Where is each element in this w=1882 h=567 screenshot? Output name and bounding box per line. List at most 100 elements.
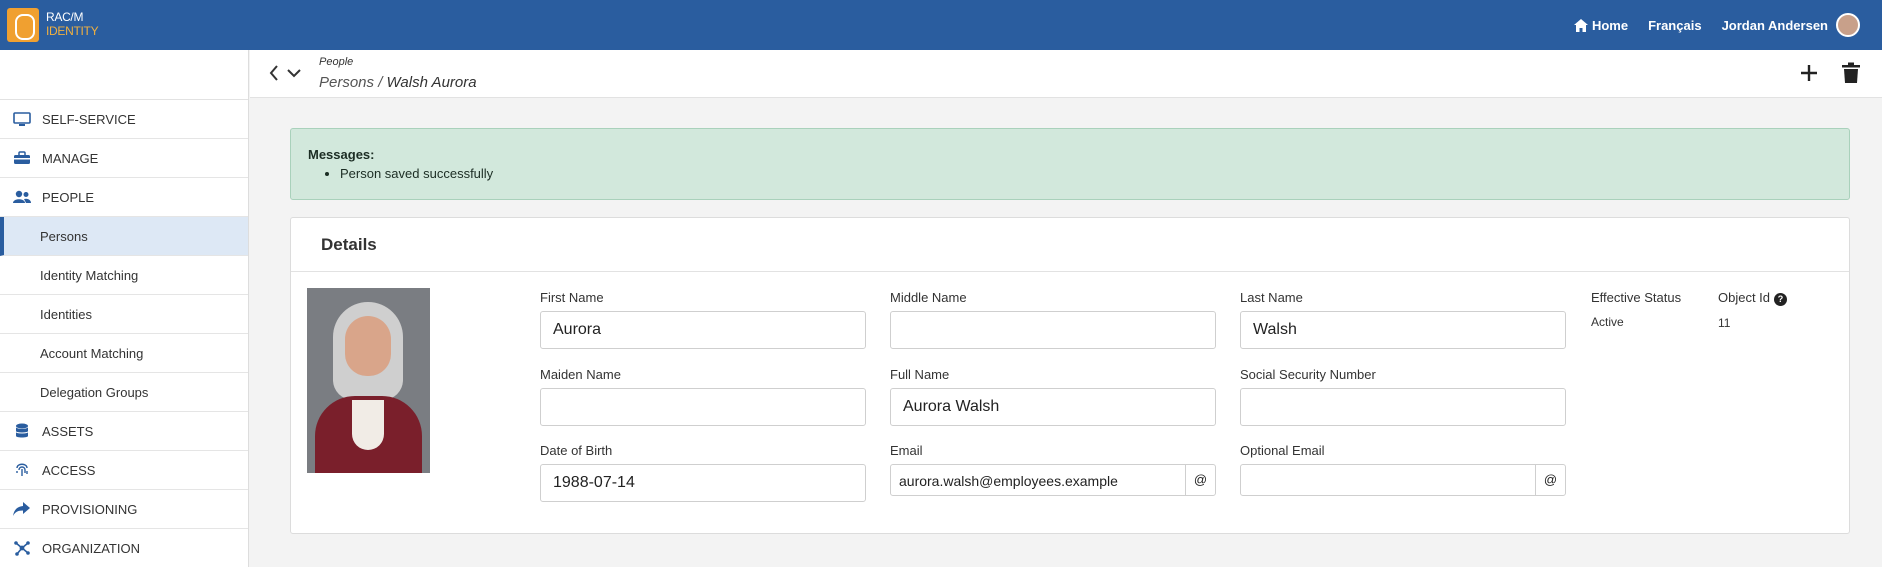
- middle-name-label: Middle Name: [890, 290, 967, 305]
- brand-line-1: RAC/M: [46, 10, 84, 24]
- full-name-input[interactable]: Aurora Walsh: [890, 388, 1216, 426]
- sidebar-item-label: SELF-SERVICE: [42, 111, 136, 127]
- sidebar-item-label: MANAGE: [42, 150, 99, 166]
- monitor-icon: [12, 111, 32, 127]
- breadcrumb-parent[interactable]: Persons: [319, 74, 374, 91]
- top-bar: RAC/M IDENTITY Home Français Jordan Ande…: [0, 0, 1882, 50]
- sidebar-item-label: Identities: [40, 306, 93, 322]
- effective-status-label: Effective Status: [1591, 290, 1682, 305]
- users-icon: [12, 189, 32, 205]
- ssn-input[interactable]: [1240, 388, 1566, 426]
- sidebar: SELF-SERVICE MANAGE PEOPLE Persons Ident…: [0, 50, 249, 567]
- breadcrumb-controls: [268, 64, 302, 87]
- first-name-label: First Name: [540, 290, 604, 305]
- sidebar-item-people[interactable]: PEOPLE: [0, 178, 248, 217]
- sidebar-item-delegation-groups[interactable]: Delegation Groups: [0, 373, 248, 412]
- sidebar-item-label: ASSETS: [42, 423, 94, 439]
- top-nav: Home Français Jordan Andersen: [1573, 0, 1860, 50]
- help-icon[interactable]: ?: [1774, 293, 1788, 306]
- user-avatar[interactable]: [1836, 13, 1860, 37]
- messages-list: Person saved successfully: [340, 166, 1832, 181]
- middle-name-field: Middle Name: [890, 290, 1216, 349]
- sidebar-item-assets[interactable]: ASSETS: [0, 412, 248, 451]
- share-icon: [12, 501, 32, 517]
- middle-name-input[interactable]: [890, 311, 1216, 349]
- sidebar-item-label: Delegation Groups: [40, 384, 149, 400]
- message-item: Person saved successfully: [340, 166, 1832, 181]
- at-icon: @: [1535, 465, 1565, 495]
- optional-email-input[interactable]: [1241, 465, 1535, 495]
- maiden-name-input[interactable]: [540, 388, 866, 426]
- first-name-input[interactable]: Aurora: [540, 311, 866, 349]
- user-menu[interactable]: Jordan Andersen: [1722, 18, 1828, 33]
- sidebar-item-label: Account Matching: [40, 345, 144, 361]
- breadcrumb: Persons / Walsh Aurora: [319, 74, 477, 91]
- breadcrumb-section: People: [319, 56, 354, 68]
- home-label: Home: [1591, 17, 1629, 33]
- plus-icon: [1801, 65, 1817, 81]
- sidebar-item-label: Identity Matching: [40, 267, 139, 283]
- sidebar-item-label: ACCESS: [42, 462, 96, 478]
- sidebar-item-label: Persons: [40, 228, 88, 244]
- sidebar-item-self-service[interactable]: SELF-SERVICE: [0, 100, 248, 139]
- effective-status-value: Active: [1591, 315, 1624, 329]
- messages-title: Messages:: [308, 147, 375, 162]
- maiden-name-field: Maiden Name: [540, 367, 866, 426]
- last-name-input[interactable]: Walsh: [1240, 311, 1566, 349]
- optional-email-input-group: @: [1240, 464, 1566, 496]
- logo-icon[interactable]: [7, 8, 39, 42]
- sidebar-item-identities[interactable]: Identities: [0, 295, 248, 334]
- last-name-label: Last Name: [1240, 290, 1303, 305]
- messages-box: Messages: Person saved successfully: [290, 128, 1850, 200]
- dob-field: Date of Birth 1988-07-14: [540, 443, 866, 502]
- full-name-field: Full Name Aurora Walsh: [890, 367, 1216, 426]
- object-id-label: Object Id: [1718, 290, 1771, 305]
- home-icon: [1573, 18, 1588, 32]
- back-icon[interactable]: [268, 64, 280, 87]
- brand-line-2: IDENTITY: [46, 24, 99, 38]
- ssn-field: Social Security Number: [1240, 367, 1566, 426]
- sidebar-item-manage[interactable]: MANAGE: [0, 139, 248, 178]
- database-icon: [12, 423, 32, 439]
- email-input[interactable]: aurora.walsh@employees.example: [891, 465, 1185, 495]
- person-photo[interactable]: [307, 288, 430, 473]
- full-name-label: Full Name: [890, 367, 950, 382]
- breadcrumb-bar: People Persons / Walsh Aurora: [250, 50, 1882, 98]
- sidebar-item-organization[interactable]: ORGANIZATION: [0, 529, 248, 567]
- dob-input[interactable]: 1988-07-14: [540, 464, 866, 502]
- details-panel: Details First Name Aurora Middle Name La…: [290, 217, 1850, 534]
- breadcrumb-separator: /: [374, 74, 387, 91]
- effective-status: Effective Status Active: [1591, 290, 1681, 329]
- chevron-down-icon[interactable]: [286, 64, 302, 87]
- sidebar-item-identity-matching[interactable]: Identity Matching: [0, 256, 248, 295]
- sidebar-item-label: PROVISIONING: [42, 501, 138, 517]
- last-name-field: Last Name Walsh: [1240, 290, 1566, 349]
- sidebar-item-provisioning[interactable]: PROVISIONING: [0, 490, 248, 529]
- email-label: Email: [890, 443, 923, 458]
- breadcrumb-current: Walsh Aurora: [386, 74, 477, 91]
- fingerprint-icon: [12, 462, 32, 478]
- network-icon: [12, 540, 32, 556]
- sidebar-header: [0, 50, 248, 100]
- brand-name[interactable]: RAC/M IDENTITY: [46, 10, 99, 38]
- add-button[interactable]: [1796, 60, 1822, 86]
- toolbox-icon: [12, 150, 32, 166]
- sidebar-item-persons[interactable]: Persons: [0, 217, 248, 256]
- object-id-value: 11: [1718, 316, 1731, 330]
- sidebar-item-access[interactable]: ACCESS: [0, 451, 248, 490]
- optional-email-label: Optional Email: [1240, 443, 1325, 458]
- sidebar-item-label: PEOPLE: [42, 189, 95, 205]
- optional-email-field: Optional Email @: [1240, 443, 1566, 496]
- delete-button[interactable]: [1838, 60, 1864, 86]
- details-title: Details: [291, 218, 1849, 272]
- ssn-label: Social Security Number: [1240, 367, 1376, 382]
- email-field: Email aurora.walsh@employees.example @: [890, 443, 1216, 496]
- maiden-name-label: Maiden Name: [540, 367, 621, 382]
- email-input-group: aurora.walsh@employees.example @: [890, 464, 1216, 496]
- first-name-field: First Name Aurora: [540, 290, 866, 349]
- language-link[interactable]: Français: [1648, 18, 1701, 33]
- page-actions: [1796, 60, 1864, 86]
- home-link[interactable]: Home: [1573, 17, 1629, 33]
- trash-icon: [1842, 62, 1860, 83]
- sidebar-item-account-matching[interactable]: Account Matching: [0, 334, 248, 373]
